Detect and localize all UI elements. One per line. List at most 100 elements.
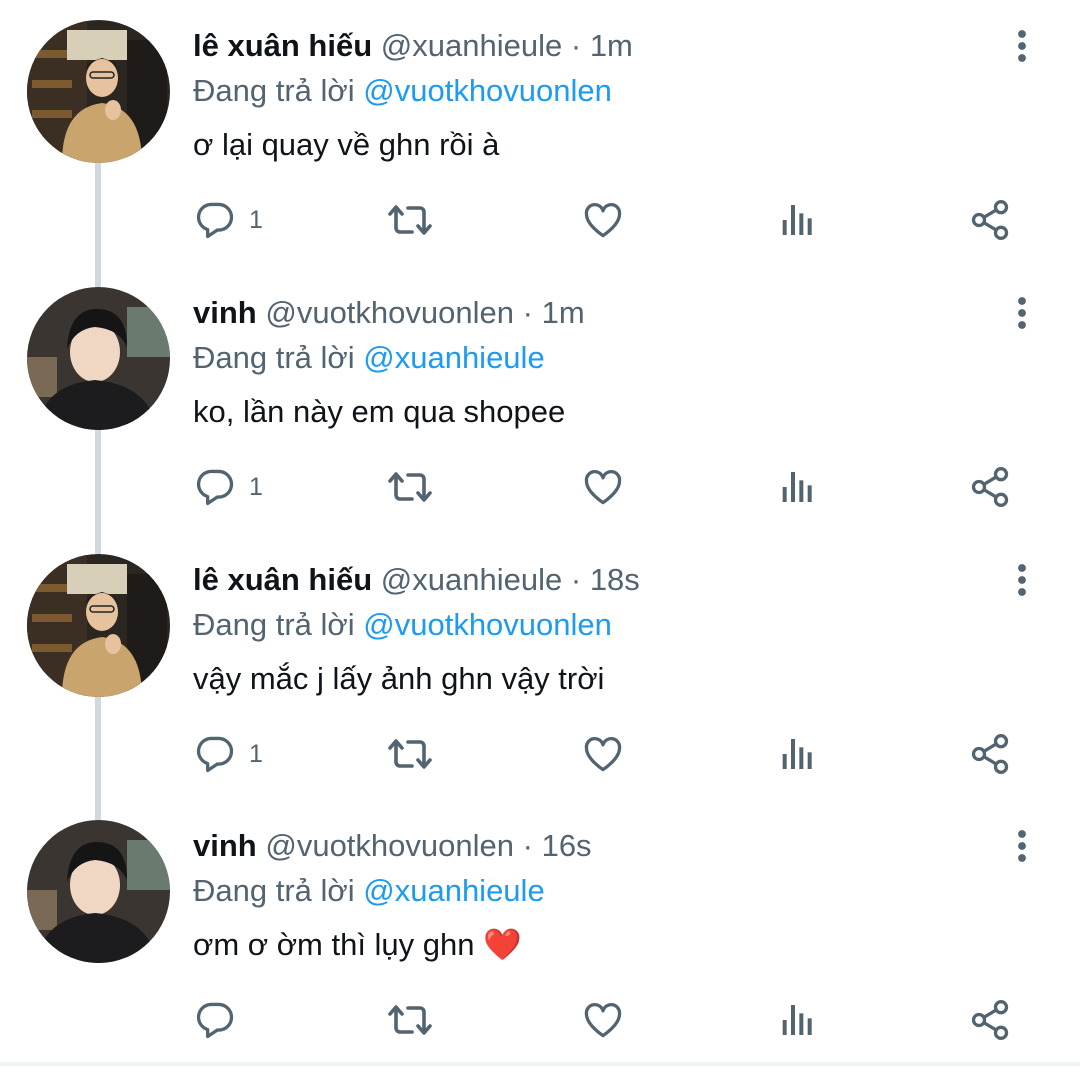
action-bar: 1 (0, 462, 1080, 512)
share-icon (968, 465, 1012, 509)
views-button[interactable] (776, 195, 816, 245)
more-icon (1004, 826, 1040, 866)
conversation-thread: lê xuân hiếu @xuanhieule · 1m Đang trả l… (0, 0, 1080, 1066)
avatar-image (27, 20, 170, 163)
views-icon (776, 1000, 816, 1040)
views-button[interactable] (776, 729, 816, 779)
share-icon (968, 732, 1012, 776)
avatar-image (27, 554, 170, 697)
tweet-header: vinh @vuotkhovuonlen · 1m (193, 293, 585, 333)
retweet-icon (386, 196, 434, 244)
user-handle[interactable]: @xuanhieule (381, 28, 562, 63)
mention-link[interactable]: @xuanhieule (363, 340, 544, 375)
display-name[interactable]: lê xuân hiếu (193, 562, 372, 597)
like-icon (581, 198, 625, 242)
reply-button[interactable] (193, 995, 249, 1045)
timestamp[interactable]: 1m (590, 28, 633, 63)
tweet[interactable]: vinh @vuotkhovuonlen · 1m Đang trả lời @… (0, 267, 1080, 534)
replying-to-label: Đang trả lời (193, 73, 355, 108)
views-button[interactable] (776, 462, 816, 512)
share-button[interactable] (968, 462, 1012, 512)
tweet[interactable]: vinh @vuotkhovuonlen · 16s Đang trả lời … (0, 800, 1080, 1067)
timestamp[interactable]: 18s (590, 562, 640, 597)
avatar[interactable] (27, 820, 170, 963)
replying-to: Đang trả lời @xuanhieule (193, 871, 545, 911)
tweet-header: lê xuân hiếu @xuanhieule · 1m (193, 26, 633, 66)
share-button[interactable] (968, 195, 1012, 245)
more-options-button[interactable] (1004, 560, 1040, 600)
more-icon (1004, 560, 1040, 600)
share-button[interactable] (968, 729, 1012, 779)
reply-button[interactable]: 1 (193, 729, 263, 779)
reply-button[interactable]: 1 (193, 195, 263, 245)
replying-to: Đang trả lời @xuanhieule (193, 338, 545, 378)
replying-to: Đang trả lời @vuotkhovuonlen (193, 71, 612, 111)
like-button[interactable] (581, 995, 625, 1045)
share-button[interactable] (968, 995, 1012, 1045)
avatar-image (27, 287, 170, 430)
separator-dot: · (522, 828, 533, 863)
separator-dot: · (570, 28, 582, 63)
action-bar (0, 995, 1080, 1045)
more-options-button[interactable] (1004, 26, 1040, 66)
reply-button[interactable]: 1 (193, 462, 263, 512)
more-options-button[interactable] (1004, 293, 1040, 333)
retweet-button[interactable] (386, 995, 434, 1045)
replying-to: Đang trả lời @vuotkhovuonlen (193, 605, 612, 645)
like-icon (581, 998, 625, 1042)
heart-emoji-icon: ❤️ (483, 927, 522, 962)
display-name[interactable]: vinh (193, 295, 257, 330)
tweet-text: ko, lần này em qua shopee (193, 394, 566, 429)
more-icon (1004, 26, 1040, 66)
reply-icon (193, 732, 237, 776)
display-name[interactable]: lê xuân hiếu (193, 28, 372, 63)
like-icon (581, 465, 625, 509)
replying-to-label: Đang trả lời (193, 607, 355, 642)
mention-link[interactable]: @vuotkhovuonlen (363, 607, 612, 642)
tweet[interactable]: lê xuân hiếu @xuanhieule · 18s Đang trả … (0, 534, 1080, 801)
avatar[interactable] (27, 20, 170, 163)
action-bar: 1 (0, 195, 1080, 245)
like-button[interactable] (581, 195, 625, 245)
mention-link[interactable]: @xuanhieule (363, 873, 544, 908)
bottom-divider (0, 1062, 1080, 1066)
avatar[interactable] (27, 554, 170, 697)
tweet-text: ơ lại quay về ghn rồi à (193, 127, 500, 162)
retweet-button[interactable] (386, 462, 434, 512)
share-icon (968, 998, 1012, 1042)
tweet-text-body: ơm ơ ờm thì lụy ghn (193, 927, 484, 962)
reply-count: 1 (249, 739, 263, 768)
tweet[interactable]: lê xuân hiếu @xuanhieule · 1m Đang trả l… (0, 0, 1080, 267)
reply-icon (193, 998, 237, 1042)
share-icon (968, 198, 1012, 242)
timestamp[interactable]: 16s (542, 828, 592, 863)
retweet-icon (386, 730, 434, 778)
tweet-text: vậy mắc j lấy ảnh ghn vậy trời (193, 661, 605, 696)
views-icon (776, 734, 816, 774)
reply-count: 1 (249, 205, 263, 234)
user-handle[interactable]: @xuanhieule (381, 562, 562, 597)
like-icon (581, 732, 625, 776)
separator-dot: · (522, 295, 533, 330)
replying-to-label: Đang trả lời (193, 340, 355, 375)
tweet-header: lê xuân hiếu @xuanhieule · 18s (193, 560, 640, 600)
retweet-icon (386, 996, 434, 1044)
retweet-button[interactable] (386, 195, 434, 245)
display-name[interactable]: vinh (193, 828, 257, 863)
retweet-button[interactable] (386, 729, 434, 779)
like-button[interactable] (581, 462, 625, 512)
retweet-icon (386, 463, 434, 511)
user-handle[interactable]: @vuotkhovuonlen (265, 828, 514, 863)
timestamp[interactable]: 1m (542, 295, 585, 330)
user-handle[interactable]: @vuotkhovuonlen (265, 295, 514, 330)
more-options-button[interactable] (1004, 826, 1040, 866)
views-icon (776, 467, 816, 507)
like-button[interactable] (581, 729, 625, 779)
avatar[interactable] (27, 287, 170, 430)
views-icon (776, 200, 816, 240)
views-button[interactable] (776, 995, 816, 1045)
tweet-text: ơm ơ ờm thì lụy ghn ❤️ (193, 925, 522, 965)
more-icon (1004, 293, 1040, 333)
mention-link[interactable]: @vuotkhovuonlen (363, 73, 612, 108)
tweet-header: vinh @vuotkhovuonlen · 16s (193, 826, 592, 866)
